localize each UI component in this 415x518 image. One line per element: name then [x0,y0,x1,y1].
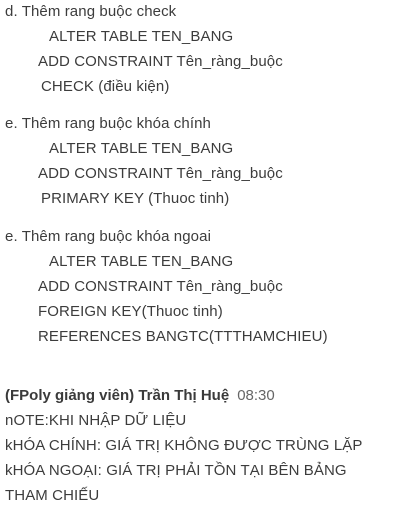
section-primary-line-add: ADD CONSTRAINT Tên_ràng_buộc [38,165,283,182]
section-foreign-heading: e. Thêm rang buộc khóa ngoai [5,228,211,245]
section-foreign-line-alter: ALTER TABLE TEN_BANG [49,253,234,270]
message-line-foreign: kHÓA NGOẠI: GIÁ TRỊ PHẢI TỒN TẠI BÊN BẢN… [5,462,347,479]
section-check-line-check: CHECK (điều kiện) [41,78,170,95]
message-timestamp: 08:30 [237,387,275,404]
section-check-heading: d. Thêm rang buộc check [5,3,177,20]
section-primary-heading: e. Thêm rang buộc khóa chính [5,115,211,132]
section-primary-line-key: PRIMARY KEY (Thuoc tinh) [41,190,230,207]
message-line-reference: THAM CHIẾU [5,487,100,504]
section-check-line-add: ADD CONSTRAINT Tên_ràng_buộc [38,53,283,70]
message-line-primary: kHÓA CHÍNH: GIÁ TRỊ KHÔNG ĐƯỢC TRÙNG LẶP [5,437,363,454]
section-foreign-line-add: ADD CONSTRAINT Tên_ràng_buộc [38,278,283,295]
section-foreign-line-key: FOREIGN KEY(Thuoc tinh) [38,303,223,320]
section-check-line-alter: ALTER TABLE TEN_BANG [49,28,234,45]
message-header: (FPoly giảng viên) Trần Thị Huệ 08:30 [5,386,275,406]
message-line-note: nOTE:KHI NHẬP DỮ LIỆU [5,412,187,429]
section-primary-line-alter: ALTER TABLE TEN_BANG [49,140,234,157]
message-author[interactable]: (FPoly giảng viên) Trần Thị Huệ [5,387,229,404]
section-foreign-line-references: REFERENCES BANGTC(TTTHAMCHIEU) [38,328,328,345]
